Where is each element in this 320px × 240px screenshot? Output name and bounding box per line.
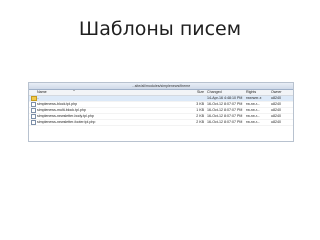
file-rights: rw-rw-r--	[246, 114, 260, 118]
file-name: simplenews-newsletter-body.tpl.php	[37, 114, 94, 118]
file-changed: 16-Oct-12 8:07:07 PM	[207, 102, 243, 106]
file-owner: u8240	[271, 114, 281, 118]
file-size: 2 KB	[196, 114, 204, 118]
file-name: ..	[37, 96, 39, 100]
column-header-name[interactable]: Name	[37, 90, 187, 95]
column-header-size[interactable]: Size	[191, 90, 204, 95]
file-owner: u8240	[271, 102, 281, 106]
file-changed: 16-Oct-12 8:07:07 PM	[207, 114, 243, 118]
file-rights: rw-rw-r--	[246, 102, 260, 106]
file-changed: 16-Oct-12 8:07:07 PM	[207, 120, 243, 124]
file-owner: u8240	[271, 120, 281, 124]
file-name: simplenews-multi-block.tpl.php	[37, 108, 86, 112]
php-file-icon	[31, 102, 36, 107]
file-owner: u8240	[271, 108, 281, 112]
file-owner: u8240	[271, 96, 281, 100]
php-file-icon	[31, 108, 36, 113]
column-header-owner[interactable]: Owner	[271, 90, 291, 95]
parent-folder-icon	[31, 96, 37, 101]
slide-title: Шаблоны писем	[78, 18, 242, 40]
file-size: 2 KB	[196, 120, 204, 124]
file-rights: rw-rw-r--	[246, 120, 260, 124]
sort-ascending-icon	[73, 90, 75, 91]
file-name: simplenews-newsletter-footer.tpl.php	[37, 120, 96, 124]
file-name: simplenews-block.tpl.php	[37, 102, 78, 106]
file-rights: rw-rw-r--	[246, 108, 260, 112]
file-rights: rwxrwxr-x	[246, 96, 262, 100]
file-row[interactable]: simplenews-newsletter-footer.tpl.php 2 K…	[29, 120, 293, 126]
file-size: 1 KB	[196, 108, 204, 112]
file-changed: 16-Oct-12 8:07:07 PM	[207, 108, 243, 112]
column-header-rights[interactable]: Rights	[246, 90, 268, 95]
file-size: 3 KB	[196, 102, 204, 106]
path-bar: ...site/all/modules/simplenews/theme	[29, 83, 293, 90]
file-changed: 14-Apr-16 4:48:10 PM	[207, 96, 243, 100]
php-file-icon	[31, 120, 36, 125]
column-header-changed[interactable]: Changed	[207, 90, 244, 95]
php-file-icon	[31, 114, 36, 119]
file-manager-window: ...site/all/modules/simplenews/theme Nam…	[28, 82, 294, 142]
